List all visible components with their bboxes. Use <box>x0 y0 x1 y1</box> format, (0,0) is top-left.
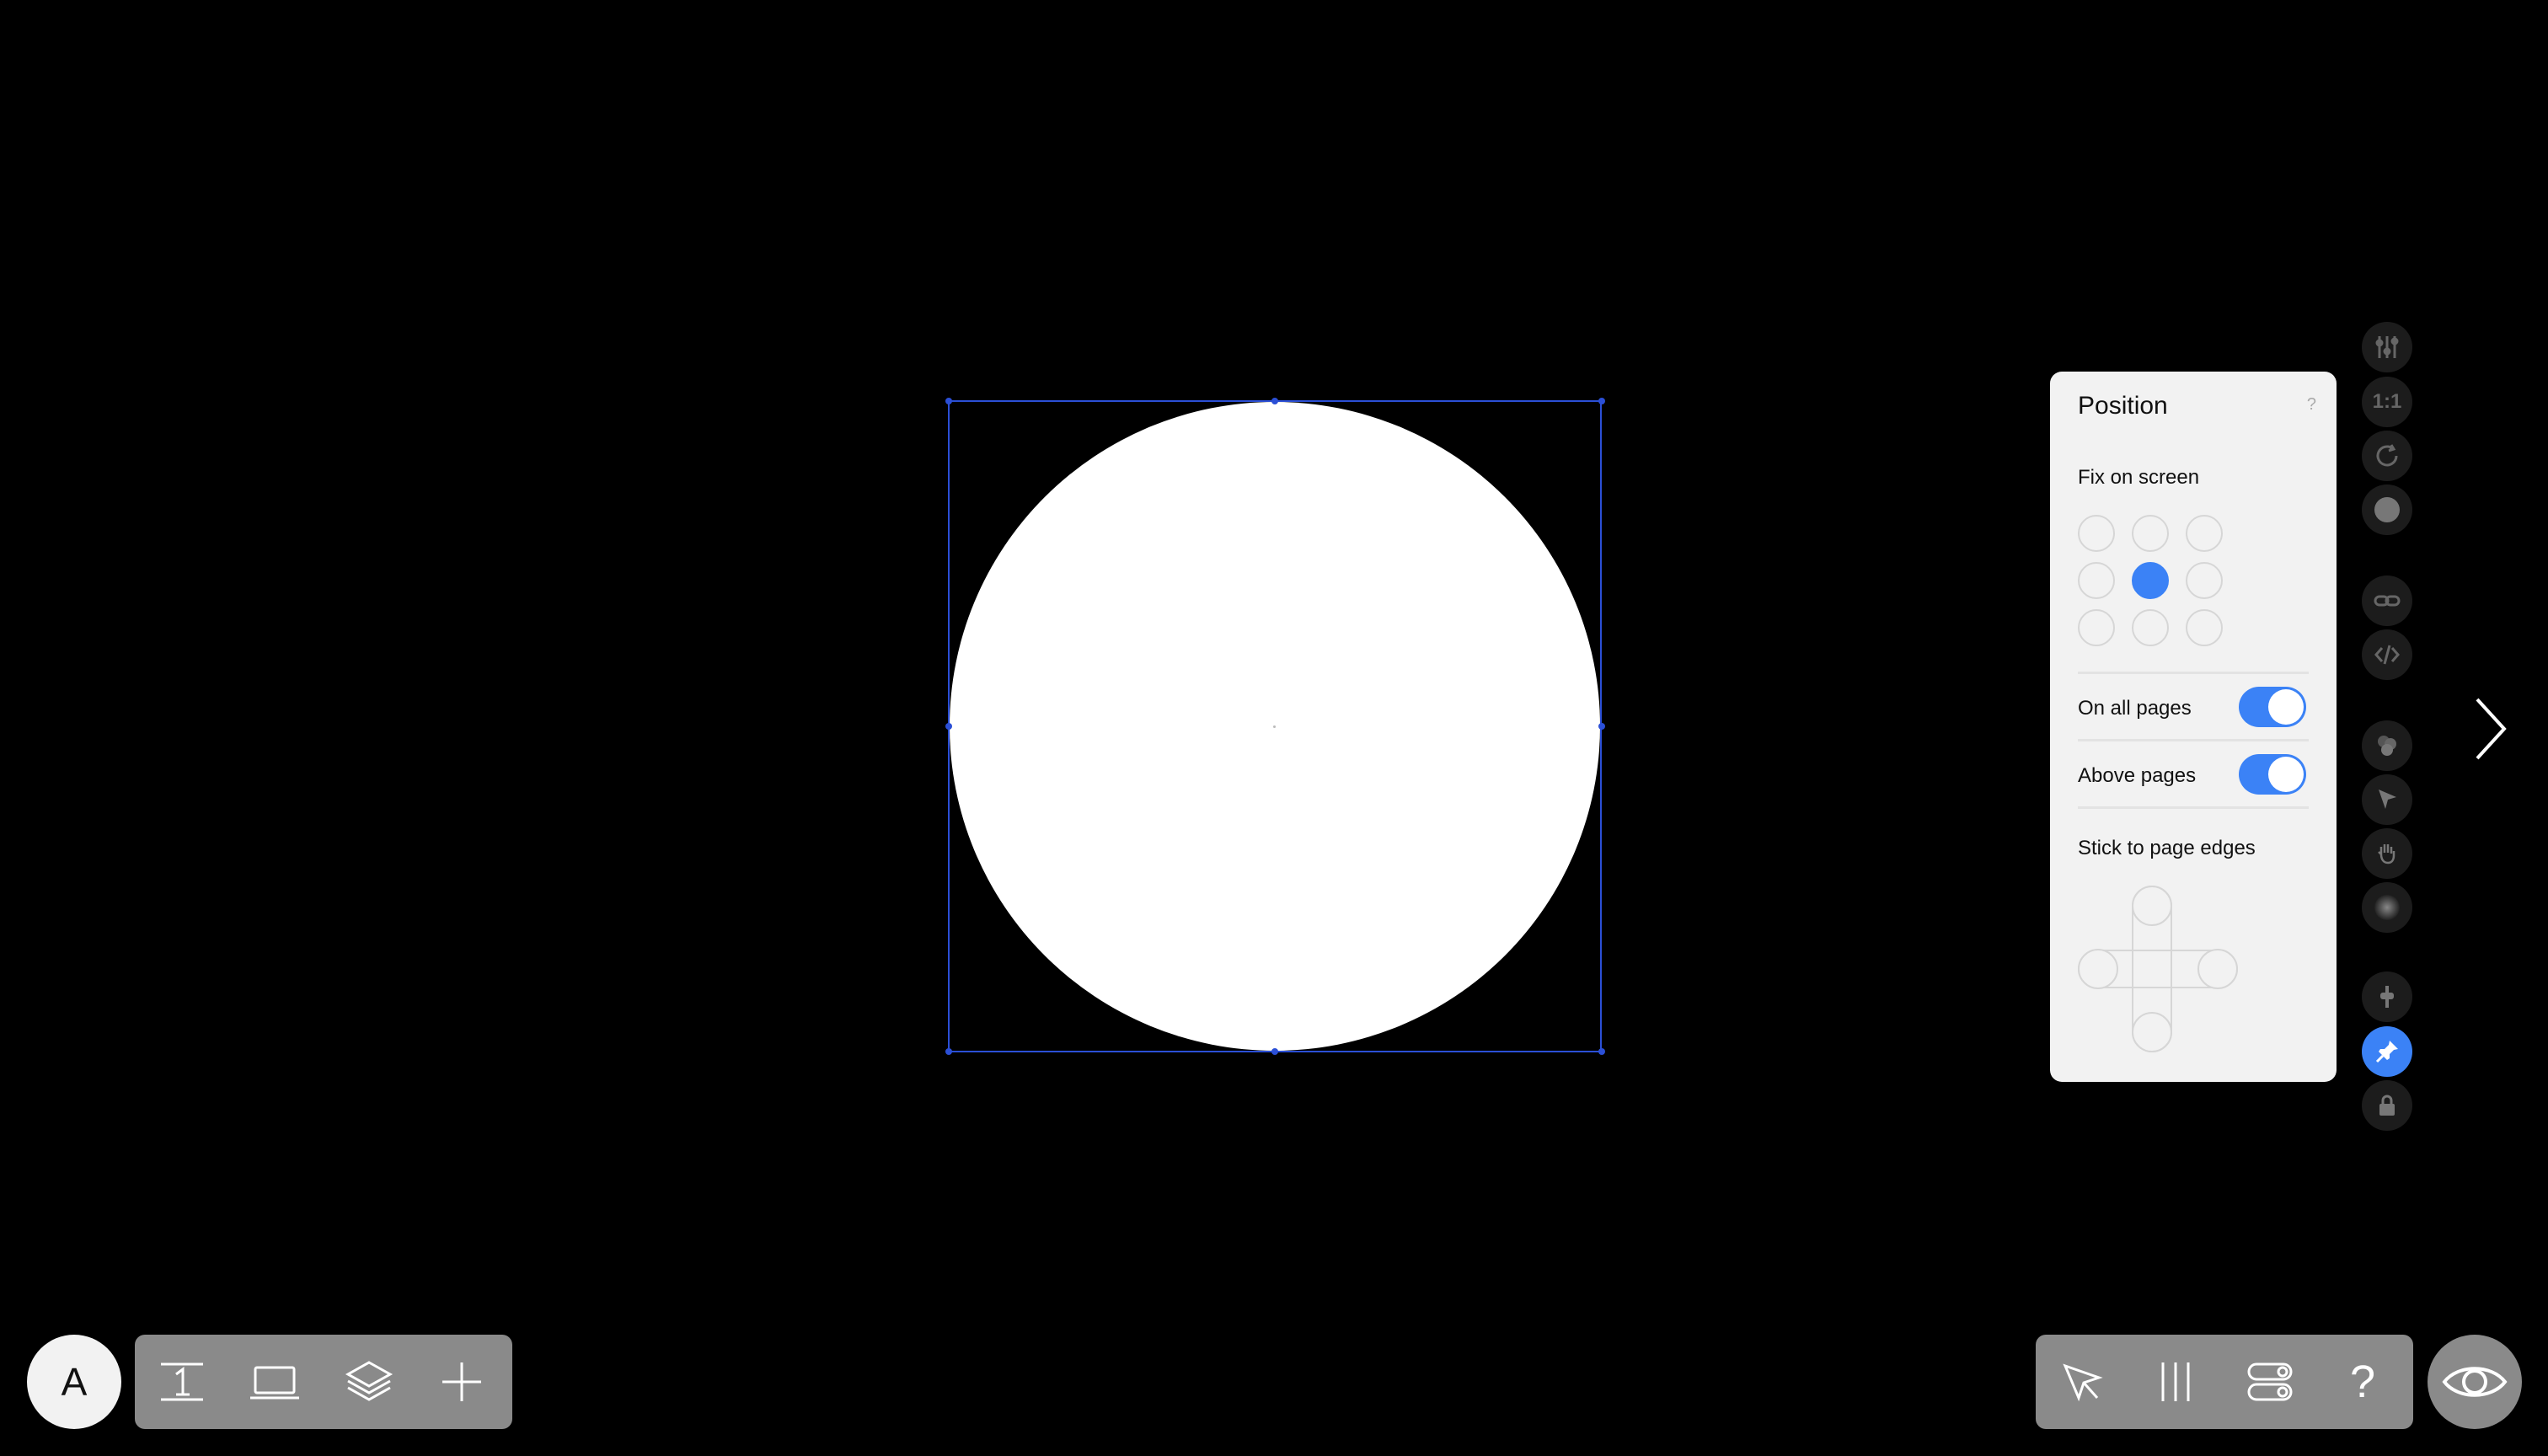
code-icon[interactable] <box>2362 629 2412 680</box>
resize-handle-top-left[interactable] <box>945 398 952 404</box>
device-icon[interactable] <box>239 1346 310 1417</box>
settings-toggle-icon[interactable] <box>2235 1346 2305 1417</box>
hand-icon[interactable] <box>2362 828 2412 879</box>
fix-middle-right[interactable] <box>2186 562 2223 599</box>
resize-handle-left[interactable] <box>945 723 952 730</box>
fix-middle-left[interactable] <box>2078 562 2115 599</box>
aspect-ratio-label: 1:1 <box>2372 390 2402 413</box>
help-icon[interactable]: ? <box>2307 395 2316 415</box>
position-panel: Position ? Fix on screen On all pages Ab… <box>2050 372 2337 1082</box>
fill-color-icon[interactable] <box>2362 484 2412 535</box>
shadow-icon[interactable] <box>2362 882 2412 933</box>
effects-icon[interactable] <box>2362 720 2412 771</box>
panel-title: Position <box>2078 392 2168 420</box>
stick-left[interactable] <box>2078 949 2118 989</box>
page-number-icon[interactable] <box>147 1346 217 1417</box>
add-icon[interactable] <box>426 1346 497 1417</box>
layers-icon[interactable] <box>334 1346 404 1417</box>
stick-right[interactable] <box>2197 949 2238 989</box>
resize-handle-right[interactable] <box>1598 723 1605 730</box>
cursor-interaction-icon[interactable] <box>2362 774 2412 825</box>
fix-bottom-right[interactable] <box>2186 609 2223 646</box>
rotate-icon[interactable] <box>2362 431 2412 481</box>
on-all-pages-toggle[interactable] <box>2239 687 2306 727</box>
fix-on-screen-label: Fix on screen <box>2078 466 2200 489</box>
resize-handle-bottom-left[interactable] <box>945 1048 952 1055</box>
stick-bottom[interactable] <box>2132 1012 2172 1052</box>
columns-icon[interactable] <box>2140 1346 2211 1417</box>
fix-bottom-center[interactable] <box>2132 609 2169 646</box>
resize-handle-top[interactable] <box>1271 398 1278 404</box>
above-pages-toggle[interactable] <box>2239 754 2306 795</box>
preview-eye-icon[interactable] <box>2428 1335 2522 1429</box>
resize-handle-top-right[interactable] <box>1598 398 1605 404</box>
bottom-left-toolbar <box>135 1335 512 1429</box>
fix-center[interactable] <box>2132 562 2169 599</box>
fix-top-right[interactable] <box>2186 515 2223 552</box>
anchor-icon[interactable] <box>2362 972 2412 1022</box>
above-pages-label: Above pages <box>2078 764 2197 787</box>
stick-top[interactable] <box>2132 886 2172 926</box>
lock-icon[interactable] <box>2362 1080 2412 1131</box>
toggle-knob <box>2268 757 2304 792</box>
aspect-ratio-icon[interactable]: 1:1 <box>2362 377 2412 427</box>
link-icon[interactable] <box>2362 575 2412 626</box>
bottom-right-toolbar: ? <box>2036 1335 2413 1429</box>
center-point <box>1273 725 1276 728</box>
divider <box>2078 672 2309 674</box>
fix-top-center[interactable] <box>2132 515 2169 552</box>
on-all-pages-label: On all pages <box>2078 697 2192 720</box>
fix-bottom-left[interactable] <box>2078 609 2115 646</box>
next-page-chevron-icon[interactable] <box>2465 691 2516 767</box>
sliders-icon[interactable] <box>2362 322 2412 372</box>
toggle-knob <box>2268 689 2304 725</box>
resize-handle-bottom-right[interactable] <box>1598 1048 1605 1055</box>
select-tool-icon[interactable] <box>2048 1346 2118 1417</box>
divider <box>2078 806 2309 809</box>
avatar-letter: A <box>61 1360 88 1404</box>
resize-handle-bottom[interactable] <box>1271 1048 1278 1055</box>
stick-to-edges-label: Stick to page edges <box>2078 837 2256 859</box>
avatar[interactable]: A <box>27 1335 121 1429</box>
fix-top-left[interactable] <box>2078 515 2115 552</box>
help-icon[interactable]: ? <box>2327 1346 2398 1417</box>
pin-icon[interactable] <box>2362 1026 2412 1077</box>
divider <box>2078 739 2309 741</box>
